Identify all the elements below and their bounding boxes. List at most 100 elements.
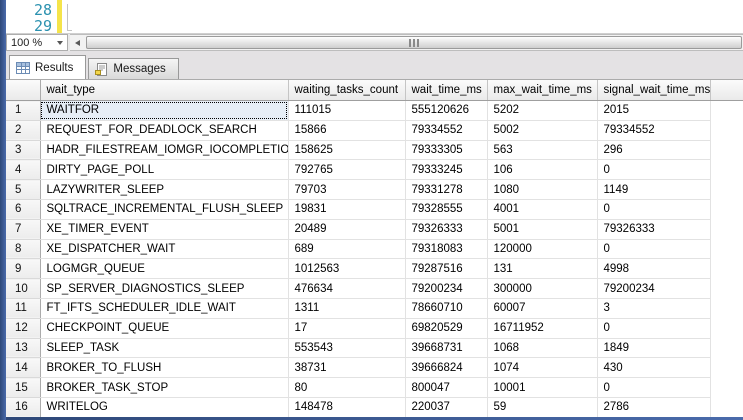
tab-results[interactable]: Results (9, 55, 86, 79)
scrollbar-thumb[interactable] (86, 36, 742, 49)
row-header-10[interactable]: 10 (6, 279, 40, 299)
grid-cell[interactable]: 5202 (487, 101, 597, 121)
row-header-11[interactable]: 11 (6, 298, 40, 318)
grid-cell[interactable]: 1311 (288, 298, 405, 318)
row-header-7[interactable]: 7 (6, 219, 40, 239)
row-header-1[interactable]: 1 (6, 101, 40, 121)
grid-cell[interactable]: 0 (597, 160, 710, 180)
grid-cell[interactable]: 4998 (597, 259, 710, 279)
grid-cell[interactable]: 19831 (288, 199, 405, 219)
grid-cell[interactable]: BROKER_TASK_STOP (40, 378, 288, 398)
row-header-12[interactable]: 12 (6, 318, 40, 338)
grid-cell[interactable]: 20489 (288, 219, 405, 239)
grid-cell[interactable]: 1080 (487, 180, 597, 200)
chevron-down-icon[interactable] (57, 41, 63, 45)
grid-cell[interactable]: 78660710 (405, 298, 487, 318)
grid-cell[interactable]: 79287516 (405, 259, 487, 279)
grid-cell[interactable]: 106 (487, 160, 597, 180)
column-header-max_wait_time_ms[interactable]: max_wait_time_ms (487, 80, 597, 101)
grid-cell[interactable]: 79331278 (405, 180, 487, 200)
scroll-left-button[interactable] (70, 35, 85, 50)
grid-cell[interactable]: WAITFOR (40, 101, 288, 121)
grid-cell[interactable]: 3 (597, 298, 710, 318)
row-header-3[interactable]: 3 (6, 140, 40, 160)
grid-cell[interactable]: 4001 (487, 199, 597, 219)
column-header-signal_wait_time_ms[interactable]: signal_wait_time_ms (597, 80, 710, 101)
grid-cell[interactable]: 792765 (288, 160, 405, 180)
grid-cell[interactable]: 131 (487, 259, 597, 279)
zoom-control[interactable]: 100 % (6, 34, 68, 51)
tab-messages[interactable]: Messages (88, 58, 178, 79)
grid-cell[interactable]: 79200234 (405, 279, 487, 299)
grid-cell[interactable]: 1012563 (288, 259, 405, 279)
column-header-wait_time_ms[interactable]: wait_time_ms (405, 80, 487, 101)
row-header-9[interactable]: 9 (6, 259, 40, 279)
grid-cell[interactable]: 2786 (597, 397, 710, 417)
grid-cell[interactable]: 476634 (288, 279, 405, 299)
grid-cell[interactable]: 15866 (288, 120, 405, 140)
grid-cell[interactable]: 555120626 (405, 101, 487, 121)
grid-cell[interactable]: 79703 (288, 180, 405, 200)
horizontal-scrollbar[interactable] (70, 34, 743, 51)
grid-cell[interactable]: 0 (597, 199, 710, 219)
grid-cell[interactable]: 563 (487, 140, 597, 160)
row-header-5[interactable]: 5 (6, 180, 40, 200)
grid-cell[interactable]: 296 (597, 140, 710, 160)
grid-cell[interactable]: SLEEP_TASK (40, 338, 288, 358)
grid-cell[interactable]: 0 (597, 378, 710, 398)
grid-cell[interactable]: 79326333 (405, 219, 487, 239)
grid-cell[interactable]: LOGMGR_QUEUE (40, 259, 288, 279)
grid-cell[interactable]: 16711952 (487, 318, 597, 338)
grid-cell[interactable]: WRITELOG (40, 397, 288, 417)
scrollbar-track[interactable] (85, 35, 743, 50)
grid-cell[interactable]: 220037 (405, 397, 487, 417)
grid-cell[interactable]: 1068 (487, 338, 597, 358)
grid-cell[interactable]: 120000 (487, 239, 597, 259)
grid-cell[interactable]: 1074 (487, 358, 597, 378)
grid-cell[interactable]: 5002 (487, 120, 597, 140)
sql-editor[interactable]: 28 29 SELECT TOP 50 * FROM sys.dm_os_wai… (6, 0, 743, 33)
grid-cell[interactable]: 69820529 (405, 318, 487, 338)
grid-cell[interactable]: 60007 (487, 298, 597, 318)
grid-cell[interactable]: 10001 (487, 378, 597, 398)
grid-cell[interactable]: LAZYWRITER_SLEEP (40, 180, 288, 200)
row-header-2[interactable]: 2 (6, 120, 40, 140)
grid-cell[interactable]: 158625 (288, 140, 405, 160)
grid-cell[interactable]: HADR_FILESTREAM_IOMGR_IOCOMPLETION (40, 140, 288, 160)
row-header-4[interactable]: 4 (6, 160, 40, 180)
row-header-13[interactable]: 13 (6, 338, 40, 358)
grid-cell[interactable]: 5001 (487, 219, 597, 239)
grid-cell[interactable]: SQLTRACE_INCREMENTAL_FLUSH_SLEEP (40, 199, 288, 219)
grid-cell[interactable]: 79326333 (597, 219, 710, 239)
grid-cell[interactable]: XE_DISPATCHER_WAIT (40, 239, 288, 259)
column-header-wait_type[interactable]: wait_type (40, 80, 288, 101)
grid-cell[interactable]: XE_TIMER_EVENT (40, 219, 288, 239)
row-header-8[interactable]: 8 (6, 239, 40, 259)
grid-cell[interactable]: DIRTY_PAGE_POLL (40, 160, 288, 180)
grid-cell[interactable]: 38731 (288, 358, 405, 378)
grid-cell[interactable]: 2015 (597, 101, 710, 121)
grid-cell[interactable]: 300000 (487, 279, 597, 299)
grid-cell[interactable]: 0 (597, 318, 710, 338)
grid-cell[interactable]: 17 (288, 318, 405, 338)
row-header-6[interactable]: 6 (6, 199, 40, 219)
grid-cell[interactable]: 39666824 (405, 358, 487, 378)
grid-cell[interactable]: 800047 (405, 378, 487, 398)
grid-cell[interactable]: SP_SERVER_DIAGNOSTICS_SLEEP (40, 279, 288, 299)
row-header-16[interactable]: 16 (6, 397, 40, 417)
grid-cell[interactable]: FT_IFTS_SCHEDULER_IDLE_WAIT (40, 298, 288, 318)
grid-cell[interactable]: 80 (288, 378, 405, 398)
grid-cell[interactable]: 79318083 (405, 239, 487, 259)
results-grid[interactable]: wait_typewaiting_tasks_countwait_time_ms… (6, 79, 743, 417)
column-header-waiting_tasks_count[interactable]: waiting_tasks_count (288, 80, 405, 101)
grid-cell[interactable]: 430 (597, 358, 710, 378)
grid-cell[interactable]: 79334552 (405, 120, 487, 140)
grid-cell[interactable]: 1849 (597, 338, 710, 358)
grid-cell[interactable]: 553543 (288, 338, 405, 358)
grid-cell[interactable]: 0 (597, 239, 710, 259)
grid-corner-cell[interactable] (6, 80, 40, 101)
grid-cell[interactable]: REQUEST_FOR_DEADLOCK_SEARCH (40, 120, 288, 140)
grid-cell[interactable]: 39668731 (405, 338, 487, 358)
row-header-15[interactable]: 15 (6, 378, 40, 398)
grid-cell[interactable]: 79334552 (597, 120, 710, 140)
